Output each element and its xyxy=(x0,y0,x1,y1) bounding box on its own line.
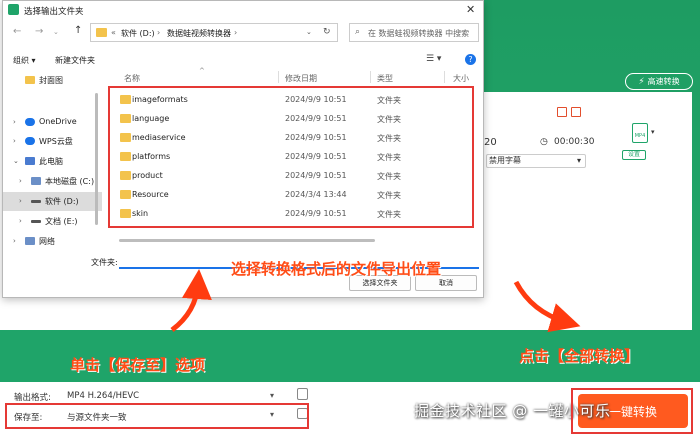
arrow-to-convert xyxy=(513,280,581,333)
arrow-up-to-input xyxy=(170,269,212,332)
annotation-save-to: 单击【保存至】选项 xyxy=(70,356,206,374)
annotation-export-location: 选择转换格式后的文件导出位置 xyxy=(231,260,442,278)
annotation-convert-all: 点击【全部转换】 xyxy=(519,347,640,365)
